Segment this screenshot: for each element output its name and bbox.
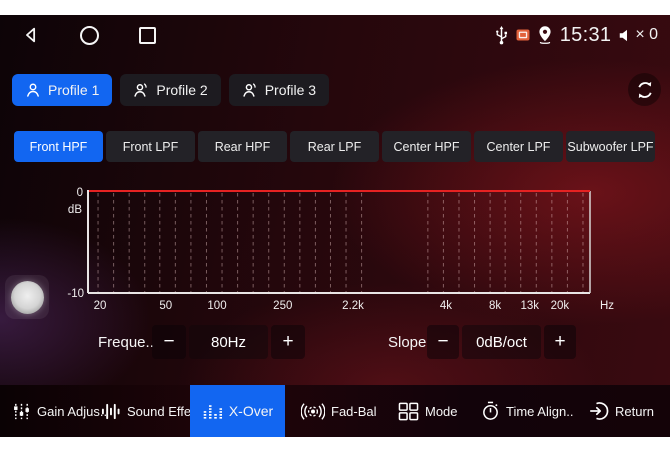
nav-item-label: Gain Adjus.. — [37, 404, 107, 419]
nav-item-fad-bal[interactable]: Fad-Bal — [301, 385, 377, 437]
recents-button[interactable] — [139, 27, 156, 44]
screenshot-frame: 15:31 × 0 Profile 1 Profile 2 Profile 3 Fr… — [0, 0, 670, 453]
nav-item-return[interactable]: Return — [589, 385, 654, 437]
back-button[interactable] — [22, 26, 40, 44]
slope-label: Slope — [388, 325, 426, 359]
profile-tab-label: Profile 1 — [48, 82, 99, 98]
sync-icon — [633, 78, 657, 102]
x-tick-250: 250 — [273, 300, 292, 312]
volume-knob[interactable] — [5, 275, 49, 319]
nav-item-sound-effe[interactable]: Sound Effe.. — [100, 385, 198, 437]
x-tick-2-2k: 2.2k — [342, 300, 364, 312]
person-wave-icon — [133, 82, 149, 98]
person-icon — [25, 82, 41, 98]
filter-tab-front-lpf[interactable]: Front LPF — [106, 131, 195, 162]
x-tick-50: 50 — [159, 300, 172, 312]
android-nav-keys — [22, 26, 156, 45]
profile-tab-3[interactable]: Profile 3 — [229, 74, 329, 106]
filter-tab-center-hpf[interactable]: Center HPF — [382, 131, 471, 162]
x-tick-20k: 20k — [551, 300, 570, 312]
x-tick-8k: 8k — [489, 300, 501, 312]
x-tick-4k: 4k — [440, 300, 452, 312]
stopwatch-icon — [481, 401, 500, 421]
refresh-button[interactable] — [628, 73, 661, 106]
profile-tabs: Profile 1 Profile 2 Profile 3 — [12, 74, 329, 106]
profile-tab-label: Profile 2 — [156, 82, 207, 98]
frequency-label: Freque.. — [98, 325, 154, 359]
status-bar: 15:31 × 0 — [0, 15, 670, 55]
nav-item-gain-adjus[interactable]: Gain Adjus.. — [12, 385, 107, 437]
nav-item-label: Sound Effe.. — [127, 404, 198, 419]
nav-item-label: Time Align.. — [506, 404, 573, 419]
grid-icon — [398, 402, 419, 421]
location-icon — [537, 25, 553, 45]
status-icons: 15:31 × 0 — [494, 24, 658, 47]
slope-increase-button[interactable]: + — [544, 325, 576, 359]
slope-decrease-button[interactable]: − — [427, 325, 459, 359]
home-button[interactable] — [80, 26, 99, 45]
filter-tab-center-lpf[interactable]: Center LPF — [474, 131, 563, 162]
nav-item-mode[interactable]: Mode — [398, 385, 458, 437]
speaker-muted-icon — [618, 28, 633, 43]
nav-item-x-over[interactable]: X-Over — [190, 385, 285, 437]
filter-tabs: Front HPFFront LPFRear HPFRear LPFCenter… — [14, 131, 655, 162]
speaker-waves-icon — [301, 402, 325, 421]
return-arrow-icon — [589, 401, 609, 421]
filter-tab-rear-lpf[interactable]: Rear LPF — [290, 131, 379, 162]
x-tick-13k: 13k — [520, 300, 539, 312]
filter-tab-front-hpf[interactable]: Front HPF — [14, 131, 103, 162]
nav-item-time-align[interactable]: Time Align.. — [481, 385, 573, 437]
bottom-nav: Gain Adjus.. Sound Effe.. X-Over Fad-Bal Mod… — [0, 385, 670, 437]
slope-value: 0dB/oct — [462, 325, 541, 359]
profile-tab-2[interactable]: Profile 2 — [120, 74, 220, 106]
knob-indicator — [11, 281, 44, 314]
volume-level-text: × 0 — [635, 26, 658, 44]
y-axis-unit-db: dB — [68, 204, 82, 216]
x-tick-100: 100 — [207, 300, 226, 312]
x-tick-20: 20 — [94, 300, 107, 312]
muted-volume-indicator: × 0 — [618, 26, 658, 44]
x-axis-unit-hz: Hz — [600, 300, 614, 312]
equalizer-bars-icon — [202, 402, 223, 421]
crossover-chart: 0 dB -10 20 50 100 250 2.2k 4k 8k 13k 20k Hz — [60, 183, 618, 315]
head-unit-screen: 15:31 × 0 Profile 1 Profile 2 Profile 3 Fr… — [0, 15, 670, 437]
nav-item-label: X-Over — [229, 403, 273, 419]
filter-tab-rear-hpf[interactable]: Rear HPF — [198, 131, 287, 162]
frequency-decrease-button[interactable]: − — [152, 325, 186, 359]
sliders-icon — [12, 402, 31, 421]
clock: 15:31 — [560, 24, 612, 47]
usb-icon — [494, 25, 509, 46]
frequency-increase-button[interactable]: + — [271, 325, 305, 359]
y-tick-0db: 0 — [77, 187, 83, 199]
nav-item-label: Return — [615, 404, 654, 419]
nav-item-label: Fad-Bal — [331, 404, 377, 419]
profile-tab-1[interactable]: Profile 1 — [12, 74, 112, 106]
sd-card-icon — [516, 29, 530, 41]
nav-item-label: Mode — [425, 404, 458, 419]
person-wave-icon — [242, 82, 258, 98]
chart-svg: 0 dB -10 20 50 100 250 2.2k 4k 8k 13k 20k Hz — [60, 183, 618, 315]
profile-tab-label: Profile 3 — [265, 82, 316, 98]
filter-tab-subwoofer-lpf[interactable]: Subwoofer LPF — [566, 131, 655, 162]
frequency-value: 80Hz — [189, 325, 268, 359]
waveform-icon — [100, 402, 121, 421]
y-tick-minus10db: -10 — [67, 288, 84, 300]
